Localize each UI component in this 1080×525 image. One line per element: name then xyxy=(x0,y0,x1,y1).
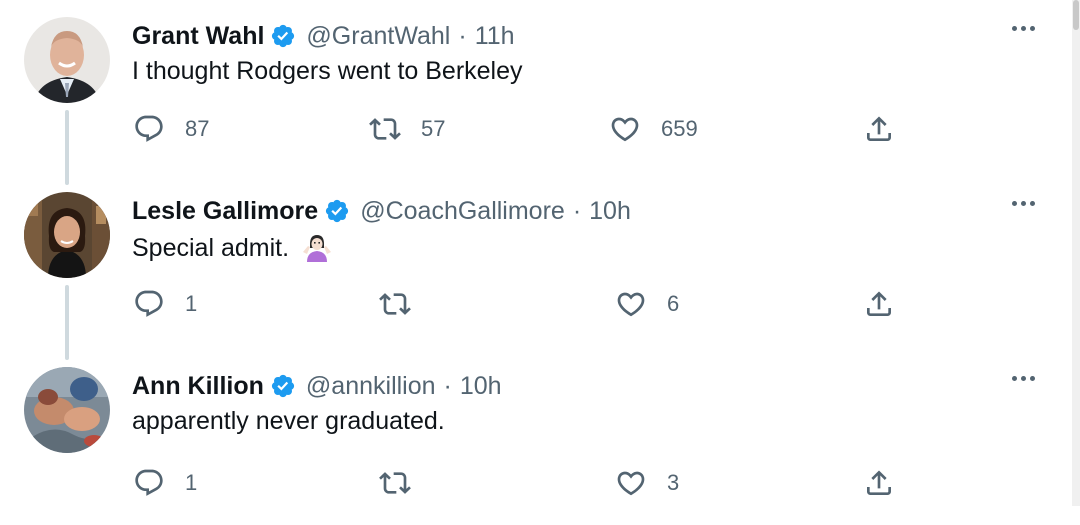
separator: · xyxy=(443,371,452,400)
author-name[interactable]: Grant Wahl xyxy=(132,22,264,51)
like-button[interactable]: 659 xyxy=(609,113,698,145)
author-name[interactable]: Ann Killion xyxy=(132,372,264,401)
share-icon xyxy=(867,470,891,495)
verified-badge-icon xyxy=(324,198,350,224)
tweet-text-body: I thought Rodgers went to Berkeley xyxy=(132,57,523,85)
reply-count: 1 xyxy=(185,470,198,495)
scrollbar[interactable] xyxy=(1072,0,1080,506)
tweet-grant-wahl[interactable]: Grant Wahl @GrantWahl · 11h I thought Ro… xyxy=(0,0,1080,175)
heart-icon xyxy=(611,117,639,142)
tweet-text-body: Special admit. xyxy=(132,233,290,262)
avatar[interactable] xyxy=(24,192,110,278)
avatar[interactable] xyxy=(24,17,110,103)
like-count: 3 xyxy=(667,470,680,495)
heart-icon xyxy=(617,292,645,317)
retweet-button[interactable] xyxy=(379,467,431,499)
separator: · xyxy=(572,196,582,225)
tweet-lesle-gallimore[interactable]: Lesle Gallimore @CoachGallimore · 10h Sp… xyxy=(0,175,1080,350)
author-name[interactable]: Lesle Gallimore xyxy=(132,197,318,226)
share-icon xyxy=(867,291,891,316)
action-bar: 87 57 659 xyxy=(0,113,1080,153)
like-count: 6 xyxy=(667,291,680,316)
reply-count: 1 xyxy=(185,291,198,316)
separator: · xyxy=(458,21,467,50)
author-handle[interactable]: @CoachGallimore xyxy=(360,197,565,226)
tweet-text-body: apparently never graduated. xyxy=(132,407,445,435)
avatar[interactable] xyxy=(24,367,110,453)
tweet-ann-killion[interactable]: Ann Killion @annkillion · 10h apparently… xyxy=(0,350,1080,525)
tweet-text: Special admit. xyxy=(132,232,333,264)
reply-button[interactable]: 87 xyxy=(133,113,209,145)
retweet-button[interactable]: 57 xyxy=(369,113,445,145)
verified-badge-icon xyxy=(270,373,296,399)
share-button[interactable] xyxy=(863,288,895,320)
heart-icon xyxy=(617,471,645,496)
retweet-icon xyxy=(379,472,411,494)
reply-icon xyxy=(135,290,163,317)
more-icon[interactable] xyxy=(1012,201,1035,206)
action-bar: 1 3 xyxy=(0,467,1080,507)
scrollbar-thumb[interactable] xyxy=(1073,0,1079,30)
share-button[interactable] xyxy=(863,113,895,145)
verified-badge-icon xyxy=(270,23,296,49)
reply-button[interactable]: 1 xyxy=(133,288,197,320)
retweet-button[interactable] xyxy=(379,288,431,320)
more-icon[interactable] xyxy=(1012,26,1035,31)
like-count: 659 xyxy=(661,116,698,141)
reply-button[interactable]: 1 xyxy=(133,467,197,499)
author-handle[interactable]: @annkillion xyxy=(306,372,436,401)
like-button[interactable]: 3 xyxy=(615,467,679,499)
reply-count: 87 xyxy=(185,116,210,141)
timestamp[interactable]: 10h xyxy=(589,197,631,226)
retweet-count: 57 xyxy=(421,116,446,141)
timestamp[interactable]: 10h xyxy=(460,372,502,401)
like-button[interactable]: 6 xyxy=(615,288,679,320)
tweet-text: I thought Rodgers went to Berkeley xyxy=(132,57,523,86)
share-button[interactable] xyxy=(863,467,895,499)
retweet-icon xyxy=(369,118,401,140)
author-handle[interactable]: @GrantWahl xyxy=(306,22,450,51)
tweet-text: apparently never graduated. xyxy=(132,407,445,436)
retweet-icon xyxy=(379,293,411,315)
more-icon[interactable] xyxy=(1012,376,1035,381)
share-icon xyxy=(867,116,891,141)
timestamp[interactable]: 11h xyxy=(475,22,515,51)
action-bar: 1 6 xyxy=(0,288,1080,328)
reply-icon xyxy=(135,115,163,142)
shrug-emoji xyxy=(301,232,333,264)
reply-icon xyxy=(135,469,163,496)
